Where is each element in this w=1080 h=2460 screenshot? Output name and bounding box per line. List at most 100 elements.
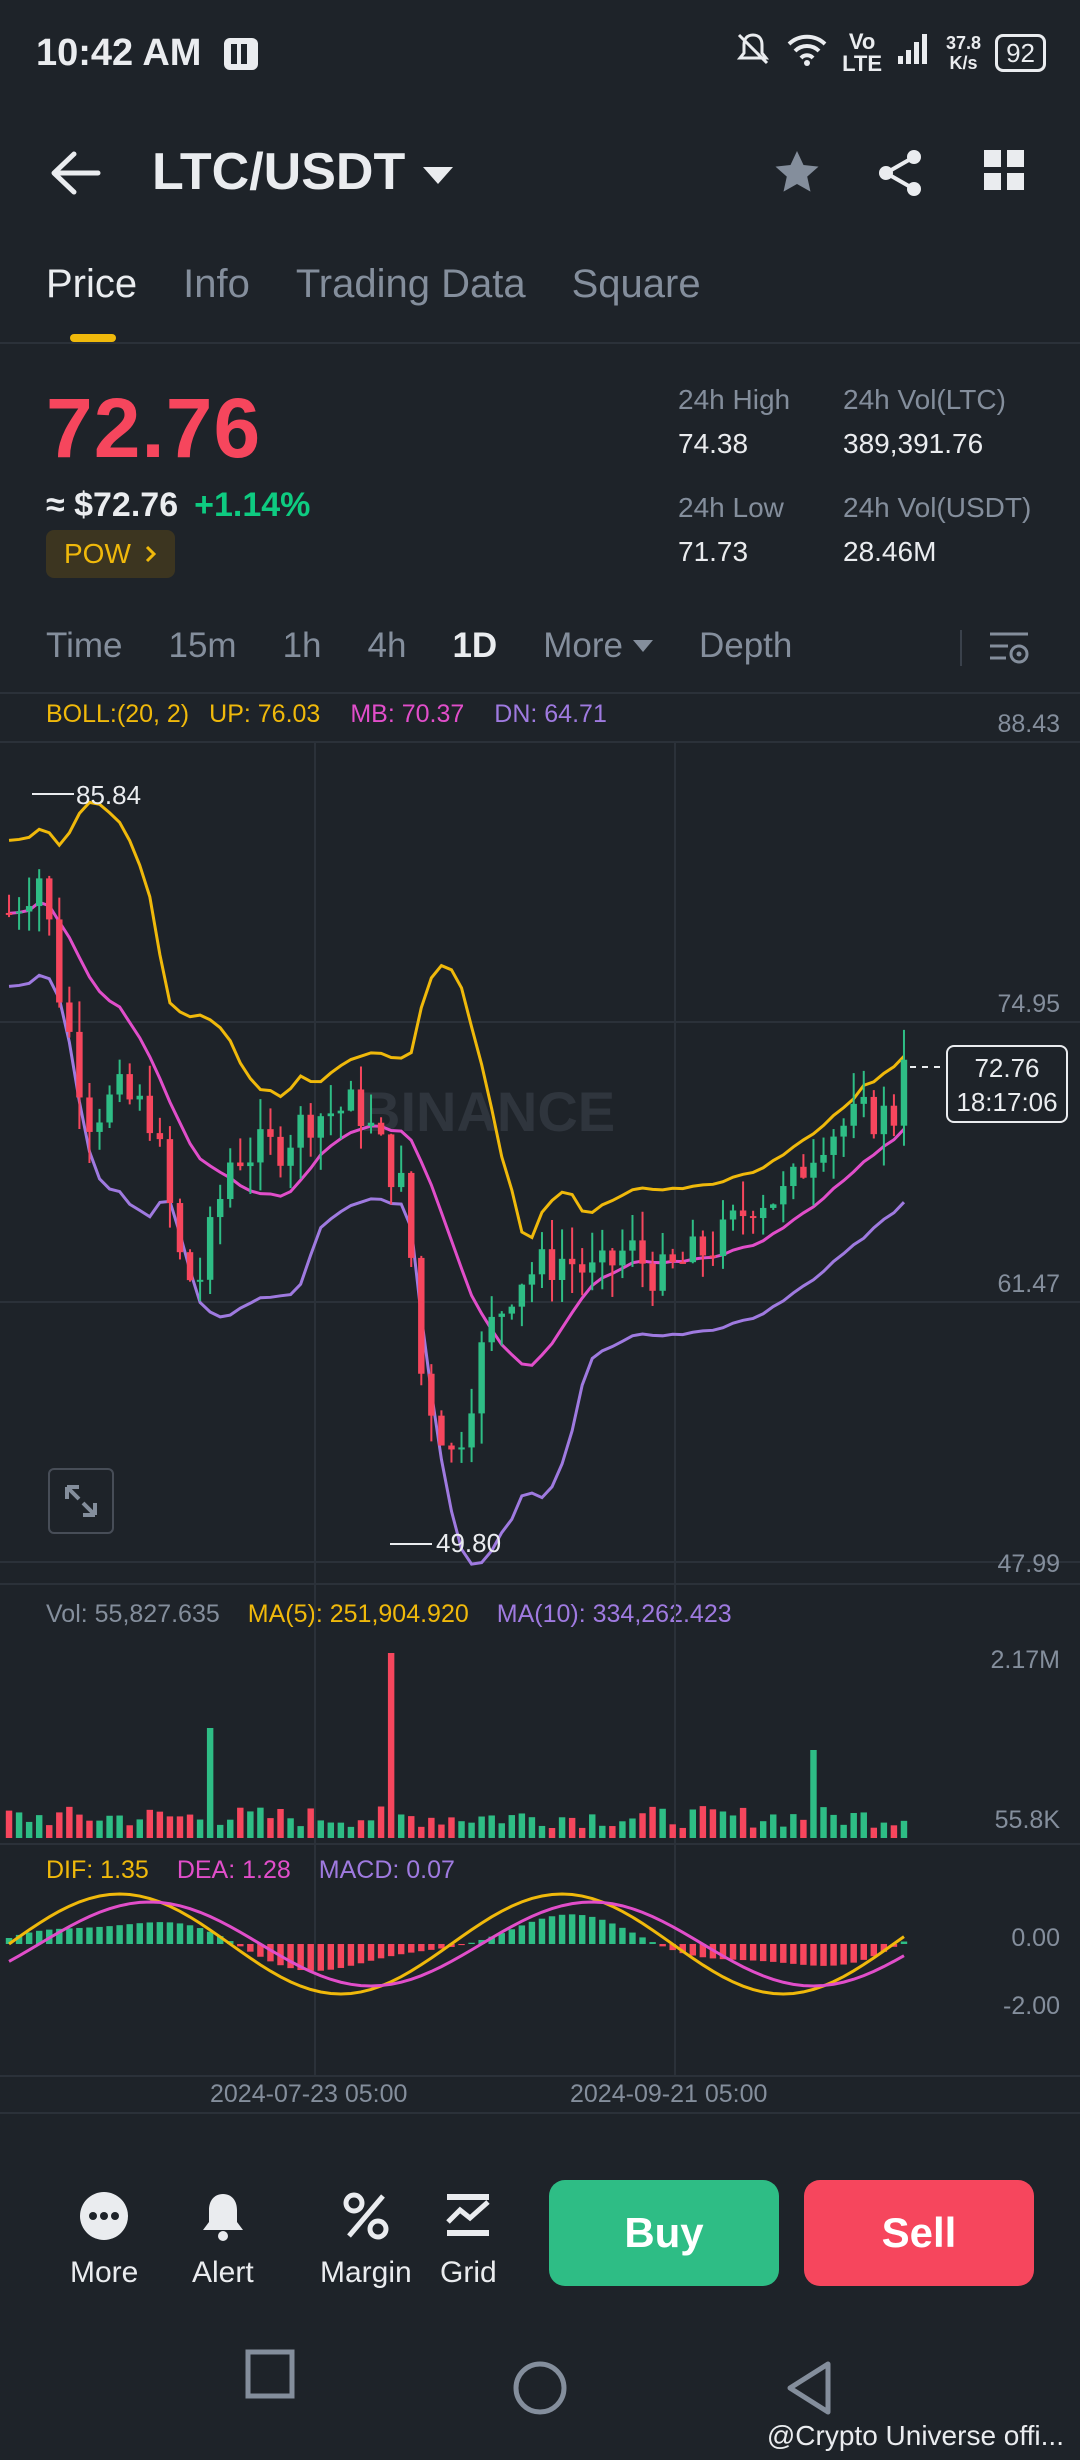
candle-body <box>649 1263 656 1291</box>
candle-body <box>206 1217 214 1280</box>
macd-bar <box>739 1944 747 1961</box>
macd-bar <box>870 1944 878 1957</box>
candlestick-chart[interactable]: BINANCE <box>0 696 1080 2116</box>
candle-body <box>900 1059 908 1126</box>
macd-bar <box>528 1921 536 1944</box>
boll-lower-line <box>8 973 906 1566</box>
tab-trading-data[interactable]: Trading Data <box>296 262 526 307</box>
pair-selector[interactable]: LTC/USDT <box>152 142 454 202</box>
macd-bar <box>96 1926 103 1944</box>
back-nav-button[interactable] <box>784 2360 834 2421</box>
candle-body <box>518 1284 526 1307</box>
volume-bar <box>759 1821 767 1838</box>
volume-bar <box>478 1816 485 1838</box>
macd-bar <box>156 1922 164 1944</box>
macd-bar <box>860 1944 867 1960</box>
high-marker: 85.84 <box>76 780 142 810</box>
candle-body <box>820 1154 827 1163</box>
candle-body <box>699 1236 707 1256</box>
more-label: More <box>70 2256 139 2289</box>
interval-15m[interactable]: 15m <box>168 626 236 666</box>
macd-bar <box>418 1944 425 1952</box>
candle-body <box>438 1415 445 1446</box>
tab-price[interactable]: Price <box>46 262 137 307</box>
macd-bar <box>599 1919 606 1944</box>
margin-action[interactable]: Margin <box>320 2190 412 2290</box>
volume-bars <box>5 1653 908 1838</box>
recents-button[interactable] <box>244 2348 296 2405</box>
macd-bar <box>408 1944 415 1953</box>
status-time: 10:42 AM <box>36 32 202 74</box>
chart-settings-button[interactable] <box>988 628 1030 673</box>
alert-action[interactable]: Alert <box>192 2190 254 2290</box>
candle-body <box>780 1186 787 1205</box>
interval-time[interactable]: Time <box>46 626 122 666</box>
volume-bar <box>599 1825 606 1838</box>
candle-body <box>558 1258 566 1280</box>
interval-1d[interactable]: 1D <box>452 626 497 666</box>
high-value: 74.38 <box>678 428 749 459</box>
volume-bar <box>830 1814 837 1838</box>
volume-bar <box>206 1728 214 1838</box>
volume-bar <box>518 1813 526 1838</box>
pow-tag[interactable]: POW <box>46 530 175 578</box>
chart-bottom-divider <box>0 2112 1080 2114</box>
volume-bar <box>468 1822 475 1838</box>
vol-usdt-label: 24h Vol(USDT) <box>843 492 1032 523</box>
volume-bar <box>438 1824 445 1838</box>
volume-bar <box>629 1818 636 1838</box>
x-tick-1: 2024-07-23 05:00 <box>210 2080 408 2108</box>
buy-button[interactable]: Buy <box>549 2180 779 2286</box>
favorite-star-button[interactable] <box>772 148 822 203</box>
home-button[interactable] <box>512 2360 568 2421</box>
volume-bar <box>810 1750 817 1838</box>
tab-square[interactable]: Square <box>572 262 701 307</box>
candle-body <box>227 1162 234 1200</box>
candle-body <box>367 1122 375 1127</box>
candle-body <box>890 1105 898 1126</box>
status-bar: 10:42 AM Vo LTE 37.8 K/s 92 <box>0 0 1080 110</box>
fullscreen-button[interactable] <box>48 1468 114 1534</box>
candle-body <box>76 1031 83 1098</box>
tab-info[interactable]: Info <box>183 262 250 307</box>
share-button[interactable] <box>876 148 924 203</box>
candle-body <box>719 1219 727 1257</box>
macd-bar <box>840 1944 847 1965</box>
candle-body <box>669 1254 676 1262</box>
more-action[interactable]: More <box>70 2190 138 2290</box>
macd-bar <box>568 1914 576 1944</box>
grid-menu-button[interactable] <box>982 148 1026 197</box>
macd-bar <box>649 1942 656 1944</box>
grid-action[interactable]: Grid <box>440 2190 497 2290</box>
macd-bar <box>347 1944 355 1966</box>
volume-bar <box>357 1820 365 1838</box>
volume-bar <box>770 1814 777 1838</box>
last-price: 72.76 <box>46 381 262 475</box>
candle-body <box>317 1116 324 1138</box>
volume-bar <box>649 1806 656 1838</box>
volume-bar <box>116 1815 123 1838</box>
candle-body <box>247 1162 254 1167</box>
interval-more[interactable]: More <box>543 626 653 666</box>
interval-4h[interactable]: 4h <box>368 626 407 666</box>
candle-body <box>508 1306 516 1314</box>
back-button[interactable] <box>48 148 102 203</box>
tabs-divider <box>0 342 1080 344</box>
interval-1h[interactable]: 1h <box>283 626 322 666</box>
candle-body <box>257 1129 264 1163</box>
candle-body <box>609 1250 616 1266</box>
sell-button[interactable]: Sell <box>804 2180 1034 2286</box>
candle-body <box>156 1133 164 1140</box>
interval-depth[interactable]: Depth <box>699 626 792 666</box>
candle-body <box>840 1125 847 1137</box>
candle-body <box>548 1249 556 1280</box>
square-icon <box>245 2349 295 2399</box>
volume-bar <box>317 1820 324 1838</box>
macd-bar <box>25 1932 33 1944</box>
price-tick-3: 61.47 <box>997 1270 1060 1298</box>
volume-bar <box>578 1827 586 1838</box>
candle-body <box>377 1122 385 1135</box>
volume-bar <box>387 1653 395 1838</box>
macd-bar <box>146 1922 154 1944</box>
app-notification-icon <box>222 36 260 82</box>
